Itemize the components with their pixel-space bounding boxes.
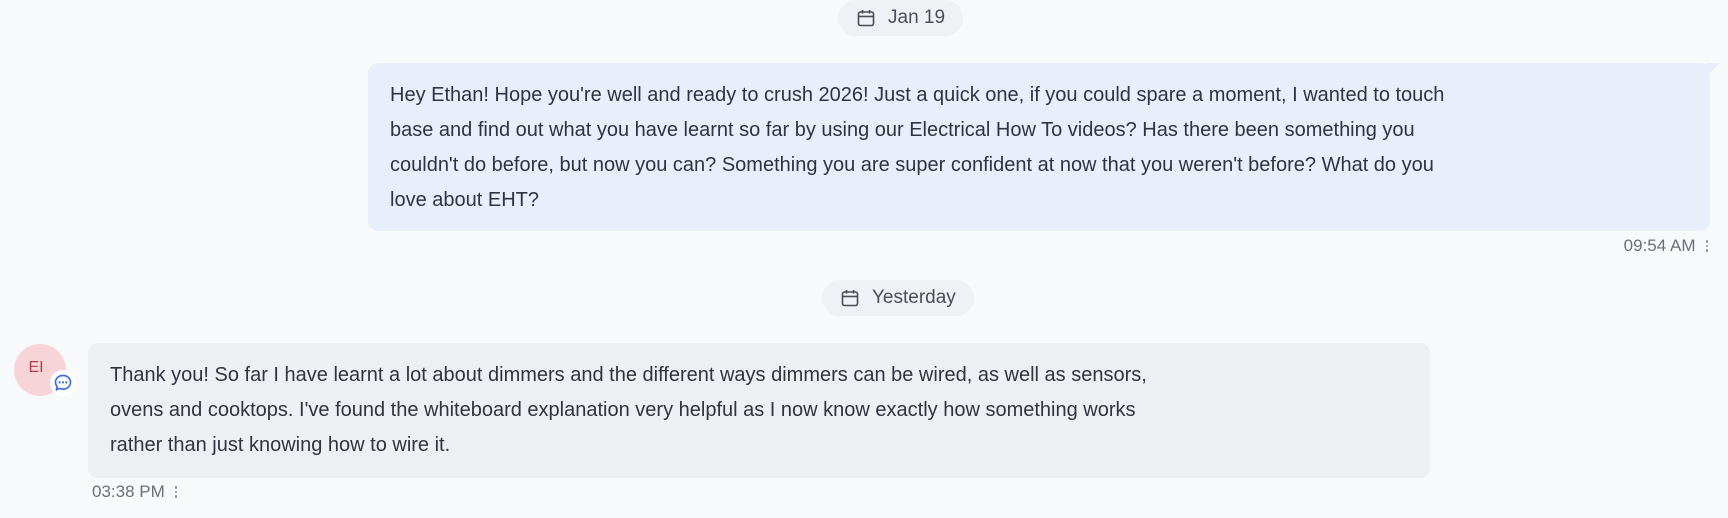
chat-bubble-icon	[50, 370, 76, 396]
message-text-line: base and find out what you have learnt s…	[390, 119, 1415, 141]
avatar-initials: EI	[28, 359, 44, 376]
message-timestamp: 09:54 AM	[1623, 236, 1696, 255]
message-timestamp: 03:38 PM	[92, 482, 165, 501]
message-text-line: Thank you! So far I have learnt a lot ab…	[110, 364, 1147, 386]
outgoing-message-bubble: Hey Ethan! Hope you're well and ready to…	[368, 63, 1720, 231]
date-divider-label: Jan 19	[888, 7, 946, 28]
calendar-icon	[841, 290, 859, 307]
outgoing-message-meta: 09:54 AM	[1624, 236, 1708, 256]
date-divider-yesterday: Yesterday	[822, 280, 974, 316]
message-text-line: love about EHT?	[390, 189, 539, 211]
date-divider-jan-19: Jan 19	[838, 0, 964, 36]
incoming-message-bubble: Thank you! So far I have learnt a lot ab…	[88, 343, 1430, 478]
kebab-menu-icon[interactable]	[1705, 240, 1708, 252]
message-text-line: rather than just knowing how to wire it.	[110, 434, 451, 456]
message-text-line: Hey Ethan! Hope you're well and ready to…	[390, 84, 1445, 106]
incoming-message-meta: 03:38 PM	[92, 482, 178, 502]
message-thread: Jan 19 Hey Ethan! Hope you're well and r…	[0, 0, 1728, 518]
message-text-line: couldn't do before, but now you can? Som…	[390, 154, 1434, 176]
kebab-menu-icon[interactable]	[174, 486, 178, 498]
date-divider-label: Yesterday	[872, 287, 956, 308]
calendar-icon	[857, 10, 875, 27]
message-text-line: ovens and cooktops. I've found the white…	[110, 399, 1136, 421]
